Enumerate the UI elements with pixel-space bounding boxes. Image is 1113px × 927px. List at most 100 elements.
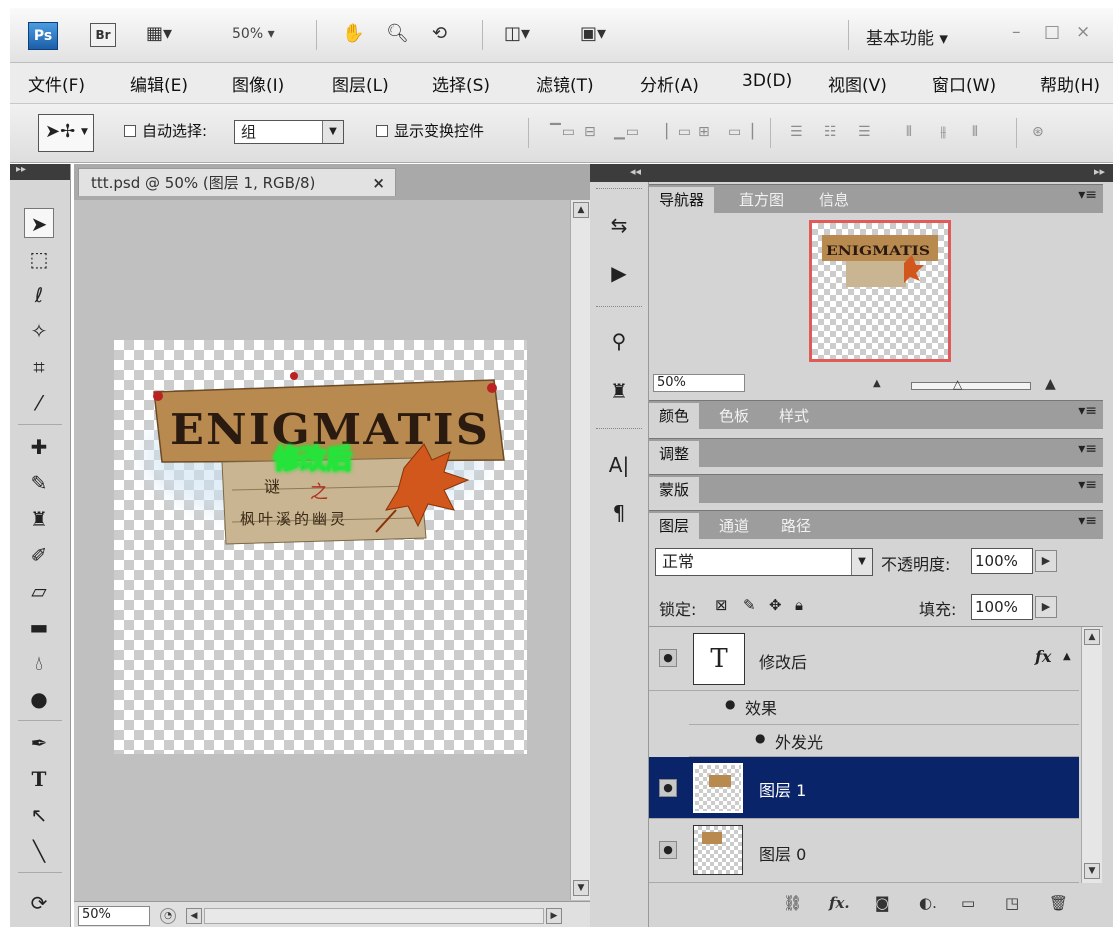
marquee-tool-icon[interactable]: ⬚ [24,244,54,274]
fill-field[interactable]: 100% [971,594,1033,620]
rotate-view-icon[interactable]: ⟲ [432,24,447,44]
scroll-right-icon[interactable]: ▶ [546,908,562,924]
blur-tool-icon[interactable]: 💧︎ [24,648,54,678]
bridge-button[interactable]: Br [90,23,116,47]
effects-eye-icon[interactable]: ● [725,697,735,711]
distribute-left-icon[interactable]: ⫴ [906,124,913,140]
tab-info[interactable]: 信息 [809,187,859,213]
lock-position-icon[interactable]: ✥ [769,596,782,614]
panel-menu-icon[interactable]: ▾≡ [1078,477,1097,493]
visibility-eye-icon[interactable]: ● [659,779,677,797]
tab-swatches[interactable]: 色板 [709,403,759,429]
layers-scrollbar[interactable]: ▲ ▼ [1081,627,1102,883]
move-tool-icon[interactable]: ➤ [24,208,54,238]
tab-navigator[interactable]: 导航器 [649,187,715,213]
lock-all-icon[interactable]: 🔒︎ [795,596,803,614]
tab-channels[interactable]: 通道 [709,513,759,539]
zoom-out-icon[interactable]: ▲ [873,378,881,389]
menu-image[interactable]: 图像(I) [232,71,284,96]
maximize-icon[interactable]: □ [1044,22,1060,42]
minimize-icon[interactable]: – [1012,22,1021,42]
history-panel-icon[interactable]: ⇆ [604,210,634,240]
tab-adjustments[interactable]: 调整 [649,441,700,467]
screen-mode-icon[interactable]: ▣▾ [580,24,606,44]
layer-name[interactable]: 图层 0 [759,841,806,865]
navigator-zoom-slider[interactable] [911,382,1031,390]
panel-menu-icon[interactable]: ▾≡ [1078,187,1097,203]
blend-mode-dropdown[interactable]: 正常 ▼ [655,548,873,576]
arrange-icon[interactable]: ◫▾ [504,24,530,44]
zoom-in-icon[interactable]: ▲ [1045,376,1056,392]
panel-menu-icon[interactable]: ▾≡ [1078,441,1097,457]
auto-select-dropdown[interactable]: 组 ▼ [234,120,344,144]
grip[interactable] [596,188,642,193]
visibility-eye-icon[interactable]: ● [659,649,677,667]
type-tool-icon[interactable]: T [24,764,54,794]
expand-icon[interactable]: ▸▸ [1094,165,1105,178]
horizontal-scrollbar[interactable] [204,908,544,924]
align-top-icon[interactable]: ▔▭ [550,124,576,140]
new-layer-icon[interactable]: ◳ [1005,894,1019,912]
distribute-vcenter-icon[interactable]: ☷ [824,124,838,140]
scroll-up-icon[interactable]: ▲ [573,202,589,218]
layer-row[interactable]: ● 图层 0 [649,819,1079,883]
healing-brush-tool-icon[interactable]: ✚ [24,432,54,462]
expand-effects-icon[interactable]: ▲ [1063,651,1071,662]
menu-filter[interactable]: 滤镜(T) [536,71,594,96]
crop-tool-icon[interactable]: ⌗ [24,352,54,382]
zoom-field[interactable]: 50% [78,906,150,926]
magic-wand-tool-icon[interactable]: ✧ [24,316,54,346]
tab-histogram[interactable]: 直方图 [729,187,794,213]
align-vcenter-icon[interactable]: ⊟ [584,124,597,140]
menu-window[interactable]: 窗口(W) [932,71,996,96]
tab-styles[interactable]: 样式 [769,403,819,429]
auto-select-checkbox[interactable] [124,125,136,137]
tab-paths[interactable]: 路径 [771,513,821,539]
align-right-icon[interactable]: ▭▕ [728,124,754,140]
slider-thumb-icon[interactable]: △ [953,377,962,391]
layer-row-selected[interactable]: ● 图层 1 [649,757,1079,819]
actions-panel-icon[interactable]: ▶ [604,258,634,288]
paragraph-panel-icon[interactable]: ¶ [604,498,634,528]
distribute-right-icon[interactable]: ⫴ [972,124,979,140]
lasso-tool-icon[interactable]: ℓ [24,280,54,310]
menu-select[interactable]: 选择(S) [432,71,490,96]
path-selection-tool-icon[interactable]: ↖ [24,800,54,830]
scroll-down-icon[interactable]: ▼ [573,880,589,896]
visibility-eye-icon[interactable]: ● [659,841,677,859]
auto-align-icon[interactable]: ⊛ [1032,124,1045,140]
character-panel-icon[interactable]: A| [604,450,634,480]
gradient-tool-icon[interactable]: ▬ [24,612,54,642]
close-icon[interactable]: × [372,169,385,197]
menu-analysis[interactable]: 分析(A) [640,71,699,96]
link-layers-icon[interactable]: ⛓ [783,894,802,912]
line-tool-icon[interactable]: ╲ [24,836,54,866]
align-left-icon[interactable]: ▏▭ [666,124,692,140]
tab-masks[interactable]: 蒙版 [649,477,700,503]
vertical-scrollbar[interactable]: ▲ ▼ [570,200,591,900]
scroll-left-icon[interactable]: ◀ [186,908,202,924]
delete-layer-icon[interactable]: 🗑︎ [1049,894,1068,912]
zoom-icon[interactable]: 🔍︎ [386,24,409,44]
close-icon[interactable]: × [1076,22,1090,42]
scroll-down-icon[interactable]: ▼ [1084,863,1100,879]
menu-file[interactable]: 文件(F) [28,71,85,96]
collapse-icon[interactable]: ▸▸ [10,164,70,180]
history-brush-tool-icon[interactable]: ✐ [24,540,54,570]
add-style-icon[interactable]: fx. [829,894,850,912]
effects-row[interactable]: ● 效果 [689,691,1079,725]
add-mask-icon[interactable]: ◙ [875,894,890,912]
adjustment-layer-icon[interactable]: ◐. [919,894,937,912]
menu-view[interactable]: 视图(V) [828,71,887,96]
grip[interactable] [596,428,642,433]
panel-menu-icon[interactable]: ▾≡ [1078,403,1097,419]
document-tab[interactable]: ttt.psd @ 50% (图层 1, RGB/8) × [78,168,396,196]
menu-layer[interactable]: 图层(L) [332,71,389,96]
tab-layers[interactable]: 图层 [649,513,700,539]
distribute-hcenter-icon[interactable]: ⫵ [940,124,947,140]
layer-row-text[interactable]: ● T 修改后 fx ▲ [649,627,1079,691]
collapse-icon[interactable]: ◂◂ [630,165,641,178]
distribute-top-icon[interactable]: ☰ [790,124,804,140]
pen-tool-icon[interactable]: ✒ [24,728,54,758]
outer-glow-row[interactable]: ● 外发光 [689,725,1079,757]
